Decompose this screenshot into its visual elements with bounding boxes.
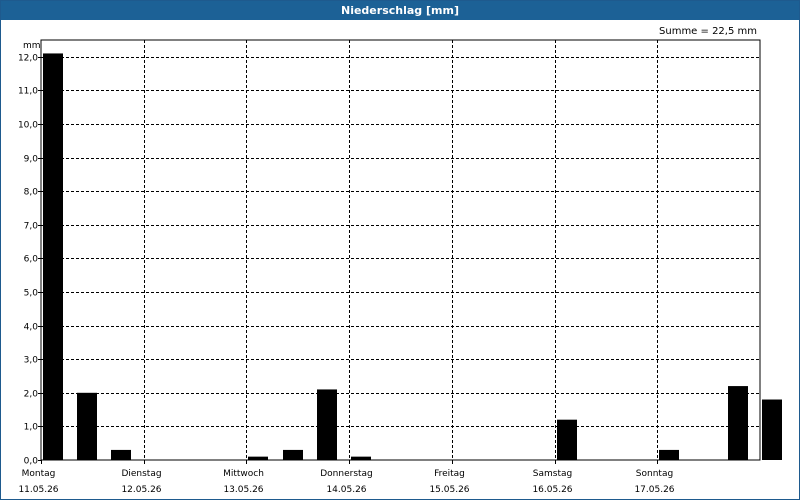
precip-bar — [248, 456, 268, 460]
y-tick-label: 5,0 — [24, 289, 39, 299]
x-date-label: 12.05.26 — [121, 485, 161, 495]
plot-area — [40, 39, 761, 461]
precip-bar — [728, 386, 748, 460]
precip-bar — [43, 53, 63, 460]
y-tick-label: 6,0 — [24, 255, 39, 265]
precip-bar — [77, 392, 97, 460]
y-tick-label: 0,0 — [24, 457, 39, 467]
y-tick-label: 1,0 — [24, 423, 39, 433]
x-date-label: 11.05.26 — [18, 485, 58, 495]
x-day-label: Mittwoch — [223, 469, 264, 479]
x-day-label: Freitag — [434, 469, 465, 479]
x-day-label: Samstag — [533, 469, 572, 479]
precip-bar — [557, 419, 577, 460]
x-date-label: 14.05.26 — [326, 485, 366, 495]
y-tick-label: 8,0 — [24, 188, 39, 198]
y-tick-label: 7,0 — [24, 222, 39, 232]
y-tick-label: 10,0 — [18, 121, 38, 131]
y-tick-label: 11,0 — [18, 87, 38, 97]
y-tick-label: 12,0 — [18, 54, 38, 64]
x-day-label: Dienstag — [121, 469, 161, 479]
y-tick-label: 4,0 — [24, 323, 39, 333]
y-tick-label: 3,0 — [24, 356, 39, 366]
precip-bar — [283, 449, 303, 460]
precip-bar — [659, 449, 679, 460]
precip-bar — [111, 449, 131, 460]
precip-bar — [762, 399, 782, 460]
x-day-label: Donnerstag — [320, 469, 373, 479]
x-day-label: Sonntag — [636, 469, 673, 479]
x-date-label: 16.05.26 — [532, 485, 572, 495]
y-tick-label: 2,0 — [24, 390, 39, 400]
y-tick-label: 9,0 — [24, 155, 39, 165]
precip-bar — [317, 389, 337, 460]
x-date-label: 15.05.26 — [429, 485, 469, 495]
x-day-label: Montag — [22, 469, 56, 479]
precipitation-chart: 0,0 1,0 2,0 3,0 4,0 5,0 6,0 7,0 8,0 9,0 10,0 11,0 12… — [18, 39, 782, 495]
x-date-label: 17.05.26 — [634, 485, 674, 495]
precip-bar — [351, 456, 371, 460]
x-date-label: 13.05.26 — [223, 485, 263, 495]
